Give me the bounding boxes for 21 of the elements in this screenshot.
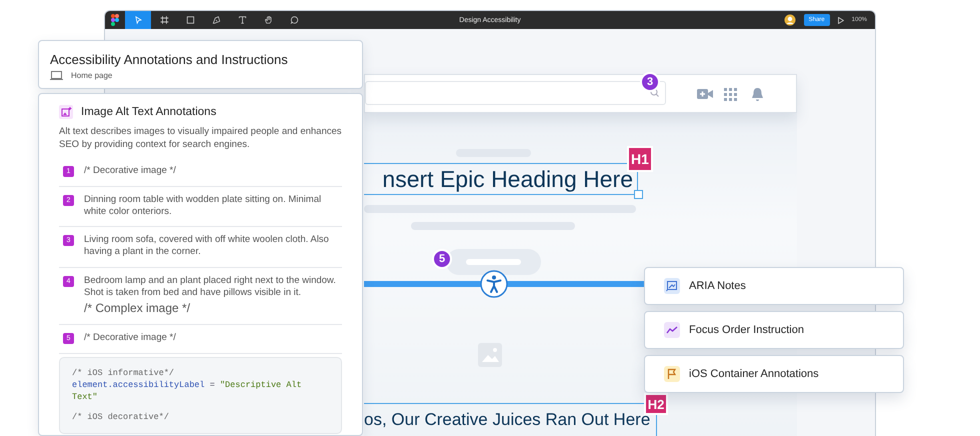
alt-text: /* Decorative image */ (84, 332, 176, 344)
alt-text: Dinning room table with wodden plate sitting on. Minimal white color onteriors. (84, 194, 322, 218)
code-comment: /* iOS informative*/ (72, 368, 176, 380)
annotation-card[interactable]: iOS Container Annotations (644, 355, 904, 393)
panel-description: Alt text describes images to visually impaired people and enhances SEO by providing context for search engines. (59, 126, 342, 152)
page-name: Home page (71, 71, 112, 80)
annotation-label: ARIA Notes (689, 280, 746, 292)
annotation-card[interactable]: ARIA Notes (644, 267, 904, 305)
heading-level-badge: H2 (644, 393, 668, 415)
panel-title: Accessibility Annotations and Instructions (50, 52, 289, 67)
image-type-comment: /* Complex image */ (84, 300, 192, 315)
alt-text: /* Decorative image */ (84, 164, 176, 176)
section-title: Image Alt Text Annotations (81, 106, 216, 118)
code-line: element.accessibilityLabel = "Descriptive Alt Text" (72, 380, 303, 404)
alt-text: Bedroom lamp and an plant placed right next to the window. Shot is taken from bed and have pillows visible in it. (84, 275, 337, 299)
code-comment: /* iOS decorative*/ (72, 412, 170, 424)
alt-text: Living room sofa, covered with off white woolen cloth. Also having a plant in the corner. (84, 234, 330, 258)
annotation-label: iOS Container Annotations (689, 368, 819, 380)
annotation-card[interactable]: Focus Order Instruction (644, 311, 904, 349)
heading-level-badge: H1 (627, 146, 653, 172)
annotation-label: Focus Order Instruction (689, 324, 804, 336)
